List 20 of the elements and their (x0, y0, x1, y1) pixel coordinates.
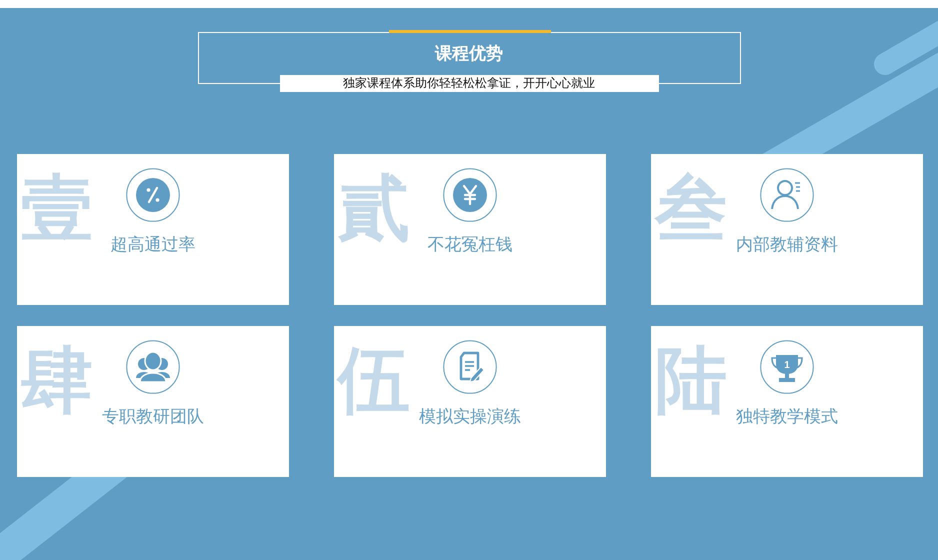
decorative-numeral: 壹 (21, 168, 93, 248)
decorative-numeral: 叁 (655, 168, 727, 248)
user-profile-icon (760, 168, 814, 222)
feature-label: 专职教研团队 (102, 406, 204, 428)
feature-label: 超高通过率 (110, 234, 196, 256)
feature-label: 不花冤枉钱 (428, 234, 512, 256)
decorative-numeral: 伍 (338, 340, 410, 420)
decorative-numeral: 陆 (655, 340, 727, 420)
percent-icon (126, 168, 180, 222)
decorative-numeral: 貳 (338, 168, 410, 248)
trophy-icon: 1 (760, 340, 814, 394)
section-title: 课程优势 (435, 43, 503, 65)
yen-icon (443, 168, 497, 222)
user-group-icon (126, 340, 180, 394)
feature-label: 模拟实操演练 (419, 406, 521, 428)
decorative-numeral: 肆 (21, 340, 93, 420)
feature-label: 独特教学模式 (736, 406, 838, 428)
feature-label: 内部教辅资料 (736, 234, 838, 256)
section-subtitle: 独家课程体系助你轻轻松松拿证，开开心心就业 (280, 75, 658, 92)
document-pen-icon (443, 340, 497, 394)
